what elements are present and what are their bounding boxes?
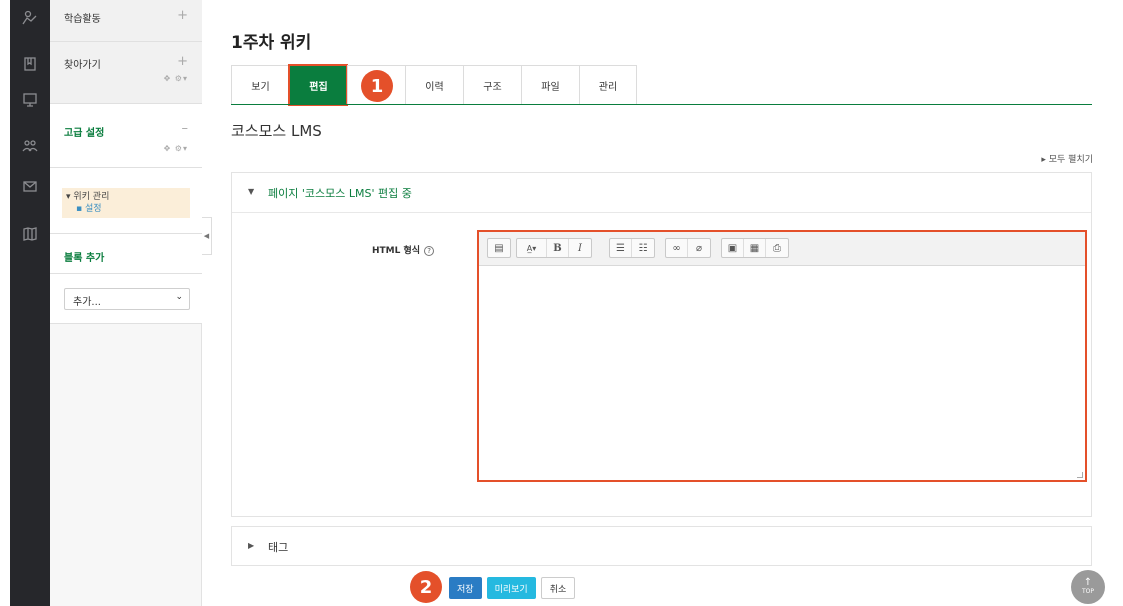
learning-icon[interactable] xyxy=(10,4,50,32)
toolbar-group-lists: ☰ ☷ xyxy=(609,238,655,258)
expand-all-link[interactable]: ▸ 모두 펼치기 xyxy=(1041,152,1093,165)
add-block-select[interactable]: 추가... ⌄ xyxy=(64,288,190,310)
icon-rail xyxy=(10,0,50,606)
tab-files[interactable]: 파일 xyxy=(521,65,579,105)
toolbar-group-show-more: ▤ xyxy=(487,238,511,258)
paragraph-style-icon[interactable]: A̲▾ xyxy=(517,239,547,257)
bullet-icon: ▪ xyxy=(76,204,85,214)
block-controls-icon[interactable]: ✥ ⚙▾ xyxy=(164,74,188,83)
toolbar-group-links: ∞ ⌀ xyxy=(665,238,711,258)
tags-panel: ▶ 태그 xyxy=(231,526,1092,566)
show-more-icon[interactable]: ▤ xyxy=(488,239,510,257)
html-editor: ▤ A̲▾ B I ☰ ☷ ∞ ⌀ ▣ ▦ ⎙ xyxy=(477,230,1087,482)
ordered-list-icon[interactable]: ☷ xyxy=(632,239,654,257)
unordered-list-icon[interactable]: ☰ xyxy=(610,239,632,257)
plus-icon[interactable]: + xyxy=(177,54,188,69)
caret-right-icon: ▶ xyxy=(248,541,255,550)
preview-button[interactable]: 미리보기 xyxy=(486,577,536,599)
unlink-icon[interactable]: ⌀ xyxy=(688,239,710,257)
help-icon[interactable]: ? xyxy=(424,246,435,256)
italic-icon[interactable]: I xyxy=(569,239,591,257)
block-controls-icon[interactable]: ✥ ⚙▾ xyxy=(164,144,188,153)
wiki-page-title: 코스모스 LMS xyxy=(231,122,322,140)
page-title: 1주차 위키 xyxy=(231,33,312,53)
chevron-down-icon: ⌄ xyxy=(175,292,183,302)
step-badge-1: 1 xyxy=(361,70,393,102)
resize-handle-icon[interactable] xyxy=(1077,472,1083,478)
block-learning-title[interactable]: 학습활동 xyxy=(64,10,101,25)
edit-panel-title: 페이지 '코스모스 LMS' 편집 중 xyxy=(268,187,412,200)
tab-view[interactable]: 보기 xyxy=(231,65,289,105)
map-icon[interactable] xyxy=(10,220,50,248)
toolbar-group-media: ▣ ▦ ⎙ xyxy=(721,238,789,258)
back-to-top-label: TOP xyxy=(1081,588,1094,595)
main-content: 1주차 위키 보기 편집 이력 구조 파일 관리 1 코스모스 LMS ▸ 모두… xyxy=(215,0,1095,606)
image-icon[interactable]: ▣ xyxy=(722,239,744,257)
wiki-tabs: 보기 편집 이력 구조 파일 관리 xyxy=(231,64,637,106)
people-icon[interactable] xyxy=(10,132,50,160)
tags-panel-header[interactable]: ▶ 태그 xyxy=(232,527,1091,567)
sidebar: 학습활동 + 찾아가기 + ✥ ⚙▾ 고급 설정 – ✥ ⚙▾ ▾ 위키 관리 … xyxy=(50,0,202,606)
caret-down-icon: ▼ xyxy=(248,187,255,196)
arrow-up-icon: ↑ xyxy=(1083,577,1093,588)
cancel-button[interactable]: 취소 xyxy=(540,577,576,599)
chevron-left-icon: ◀ xyxy=(203,232,210,240)
sidebar-collapse-toggle[interactable]: ◀ xyxy=(202,217,212,255)
wiki-admin-tree: ▾ 위키 관리 ▪ 설정 xyxy=(62,188,190,218)
block-navigation: 찾아가기 + ✥ ⚙▾ xyxy=(50,42,202,104)
back-to-top-button[interactable]: ↑ TOP xyxy=(1071,570,1105,604)
html-format-label: HTML 형식? xyxy=(372,243,435,256)
board-icon[interactable] xyxy=(10,86,50,114)
edit-panel-header[interactable]: ▼ 페이지 '코스모스 LMS' 편집 중 xyxy=(232,173,1091,213)
save-button[interactable]: 저장 xyxy=(449,577,482,599)
media-icon[interactable]: ▦ xyxy=(744,239,766,257)
tree-child-label: 설정 xyxy=(84,204,102,214)
link-icon[interactable]: ∞ xyxy=(666,239,688,257)
add-block-select-value: 추가... xyxy=(73,297,101,308)
tab-structure[interactable]: 구조 xyxy=(463,65,521,105)
block-navigation-title[interactable]: 찾아가기 xyxy=(64,56,101,71)
tabs-underline xyxy=(231,104,1092,105)
collapse-icon[interactable]: – xyxy=(182,121,189,136)
tree-child[interactable]: ▪ 설정 xyxy=(66,203,186,215)
step-badge-2: 2 xyxy=(410,571,442,603)
book-icon[interactable] xyxy=(10,50,50,78)
editor-content-area[interactable] xyxy=(479,267,1085,480)
tab-history[interactable]: 이력 xyxy=(405,65,463,105)
tab-admin[interactable]: 관리 xyxy=(579,65,637,105)
tree-root[interactable]: ▾ 위키 관리 xyxy=(66,191,186,203)
tree-root-label: 위키 관리 xyxy=(73,192,110,202)
block-advanced-settings: 고급 설정 – ✥ ⚙▾ xyxy=(50,104,202,168)
file-manager-icon[interactable]: ⎙ xyxy=(766,239,788,257)
plus-icon[interactable]: + xyxy=(177,8,188,23)
html-format-text: HTML 형식 xyxy=(372,246,421,256)
tab-edit[interactable]: 편집 xyxy=(288,64,348,106)
block-advanced-title[interactable]: 고급 설정 xyxy=(64,124,104,139)
edit-panel: ▼ 페이지 '코스모스 LMS' 편집 중 HTML 형식? ▤ A̲▾ B I… xyxy=(231,172,1092,517)
mail-icon[interactable] xyxy=(10,172,50,200)
block-add-title: 블록 추가 xyxy=(64,253,105,264)
form-buttons: 저장 미리보기 취소 xyxy=(449,577,576,599)
tags-panel-title: 태그 xyxy=(268,541,289,554)
bold-icon[interactable]: B xyxy=(547,239,569,257)
block-learning-activities: 학습활동 + xyxy=(50,0,202,42)
editor-toolbar: ▤ A̲▾ B I ☰ ☷ ∞ ⌀ ▣ ▦ ⎙ xyxy=(479,232,1085,266)
toolbar-group-format: A̲▾ B I xyxy=(516,238,592,258)
block-add-block: 블록 추가 xyxy=(50,234,202,274)
